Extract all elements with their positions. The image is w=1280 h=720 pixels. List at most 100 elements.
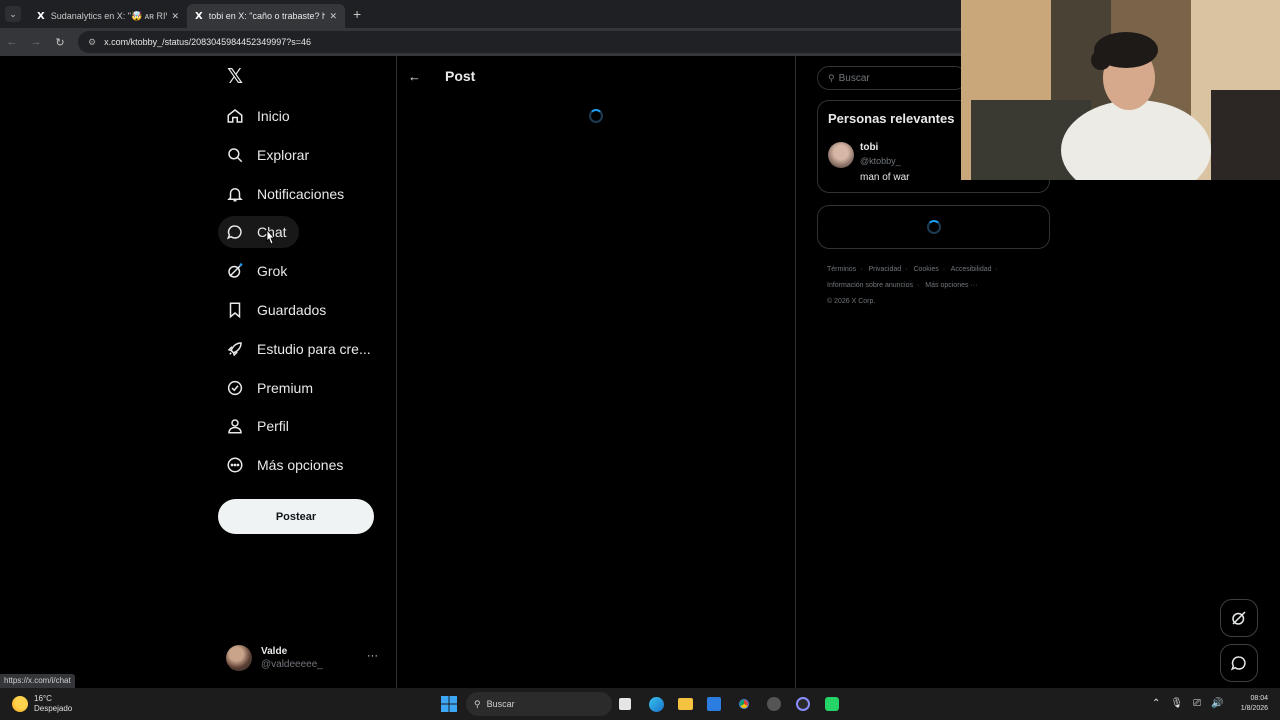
post-button[interactable]: Postear (218, 499, 374, 534)
separator: · (995, 266, 998, 273)
address-bar[interactable]: ⚙ x.com/ktobby_/status/20830459844523499… (78, 31, 978, 53)
system-tray[interactable]: ⌃🎙⎚🔊 (1152, 698, 1234, 709)
more-circle-icon (227, 457, 243, 473)
verified-badge-icon (227, 380, 243, 396)
separator: · (942, 266, 946, 273)
column-divider (795, 56, 796, 688)
weather-desc: Despejado (34, 704, 73, 713)
grok-floating-button[interactable] (1220, 599, 1258, 637)
column-divider (396, 56, 397, 688)
loading-spinner-icon (927, 220, 941, 234)
copyright: © 2026 X Corp. (827, 298, 876, 305)
sidebar-item-notificaciones[interactable]: Notificaciones (218, 178, 356, 210)
sidebar-item-label: Notificaciones (257, 186, 345, 202)
grok-icon (1232, 611, 1246, 625)
task-view-icon[interactable] (618, 694, 632, 714)
user-bio: man of war (860, 172, 910, 183)
account-handle: @valdeeeee_ (261, 659, 323, 670)
windows-start-icon[interactable] (440, 694, 458, 714)
sidebar-item-label: Más opciones (257, 457, 344, 473)
relevant-people-title: Personas relevantes (828, 111, 955, 126)
page-title: Post (445, 68, 476, 84)
search-icon (228, 148, 243, 163)
clock-time: 08:04 (1250, 695, 1268, 702)
tab-search-chevron-icon[interactable]: ⌄ (5, 6, 21, 22)
whatsapp-icon[interactable] (824, 694, 840, 714)
sidebar-item-explorar[interactable]: Explorar (218, 139, 321, 171)
user-handle[interactable]: @ktobby_ (860, 156, 901, 166)
sidebar-item-estudio[interactable]: Estudio para cre... (218, 333, 383, 365)
site-info-icon[interactable]: ⚙ (88, 37, 96, 48)
sidebar-item-label: Premium (257, 380, 314, 396)
sidebar-item-label: Estudio para cre... (257, 341, 371, 357)
footer-link[interactable]: Privacidad (868, 266, 901, 273)
search-placeholder: Buscar (838, 72, 870, 84)
sidebar-item-premium[interactable]: Premium (218, 372, 325, 404)
sidebar-item-mas-opciones[interactable]: Más opciones (218, 449, 355, 481)
x-logo-icon[interactable]: 𝕏 (227, 64, 243, 88)
sidebar-item-inicio[interactable]: Inicio (218, 100, 302, 132)
clock-date: 1/8/2026 (1240, 705, 1268, 712)
tab-title: tobi en X: "caño o trabaste? htt (208, 11, 326, 21)
mouse-cursor-icon (266, 229, 275, 245)
windows-logo-icon (441, 696, 457, 712)
separator: · (905, 266, 908, 273)
app-icon[interactable] (766, 694, 782, 714)
browser-tab[interactable]: X Sudanalytics en X: "🤯 ᴀʀ RIVER ✕ (29, 4, 187, 28)
footer-link[interactable]: Accesibilidad (951, 266, 992, 273)
account-info: Valde @valdeeeee_ (261, 645, 323, 671)
trends-card (817, 205, 1050, 249)
user-name[interactable]: tobi (860, 142, 878, 153)
browser-tab-active[interactable]: X tobi en X: "caño o trabaste? htt ✕ (187, 4, 345, 28)
footer-link[interactable]: Términos (827, 266, 856, 273)
footer-link[interactable]: Cookies (913, 266, 938, 273)
new-tab-button[interactable]: + (353, 6, 361, 22)
back-arrow-icon[interactable]: ← (408, 69, 428, 84)
home-icon (227, 109, 243, 123)
account-name: Valde (261, 646, 288, 657)
x-favicon-icon: X (37, 10, 45, 22)
account-more-icon[interactable]: ··· (367, 650, 378, 662)
url-text: x.com/ktobby_/status/2083045984452349997… (104, 37, 311, 47)
tab-close-icon[interactable]: ✕ (329, 11, 337, 22)
tab-close-icon[interactable]: ✕ (171, 11, 179, 22)
taskbar-search[interactable]: ⚲ Buscar (466, 692, 612, 716)
obs-icon[interactable] (795, 694, 811, 714)
main-header: ← Post (397, 56, 795, 96)
sidebar-item-label: Perfil (257, 418, 289, 434)
edge-icon[interactable] (648, 694, 664, 714)
sidebar-item-guardados[interactable]: Guardados (218, 294, 338, 326)
sidebar-item-chat[interactable]: Chat (218, 216, 299, 248)
sidebar-item-perfil[interactable]: Perfil (218, 410, 301, 442)
weather-widget[interactable]: 16°C Despejado (12, 694, 72, 714)
store-icon[interactable] (706, 694, 722, 714)
loading-spinner-icon (589, 109, 603, 123)
sidebar-item-label: Inicio (257, 108, 290, 124)
footer-link[interactable]: Más opciones ··· (925, 282, 977, 289)
separator: · (860, 266, 863, 273)
footer-link[interactable]: Información sobre anuncios (827, 282, 913, 289)
person-icon (228, 419, 242, 434)
left-sidebar: 𝕏 Inicio Explorar Notificaciones Chat Gr… (218, 56, 398, 688)
windows-taskbar: 16°C Despejado ⚲ Buscar ⌃🎙⎚🔊 08:04 1/8/2… (0, 688, 1280, 720)
search-icon: ⚲ (474, 698, 481, 709)
weather-text: 16°C Despejado (34, 694, 72, 714)
rocket-icon (227, 342, 242, 357)
account-switcher[interactable]: Valde @valdeeeee_ ··· (226, 642, 386, 674)
search-icon: ⚲ (828, 72, 835, 83)
bell-icon (227, 188, 243, 202)
back-nav-icon[interactable]: ← (0, 36, 24, 48)
sidebar-item-grok[interactable]: Grok (218, 255, 299, 287)
avatar (226, 645, 252, 671)
separator: · (917, 282, 920, 289)
forward-nav-icon[interactable]: → (24, 36, 48, 48)
chrome-icon[interactable] (735, 694, 753, 714)
clock[interactable]: 08:04 1/8/2026 (1228, 694, 1268, 714)
search-input[interactable]: ⚲ Buscar (817, 66, 967, 90)
grok-icon (228, 263, 243, 278)
x-favicon-icon: X (195, 10, 203, 22)
avatar[interactable] (828, 142, 854, 168)
reload-icon[interactable]: ↻ (48, 36, 72, 49)
chat-floating-button[interactable] (1220, 644, 1258, 682)
file-explorer-icon[interactable] (677, 694, 693, 714)
